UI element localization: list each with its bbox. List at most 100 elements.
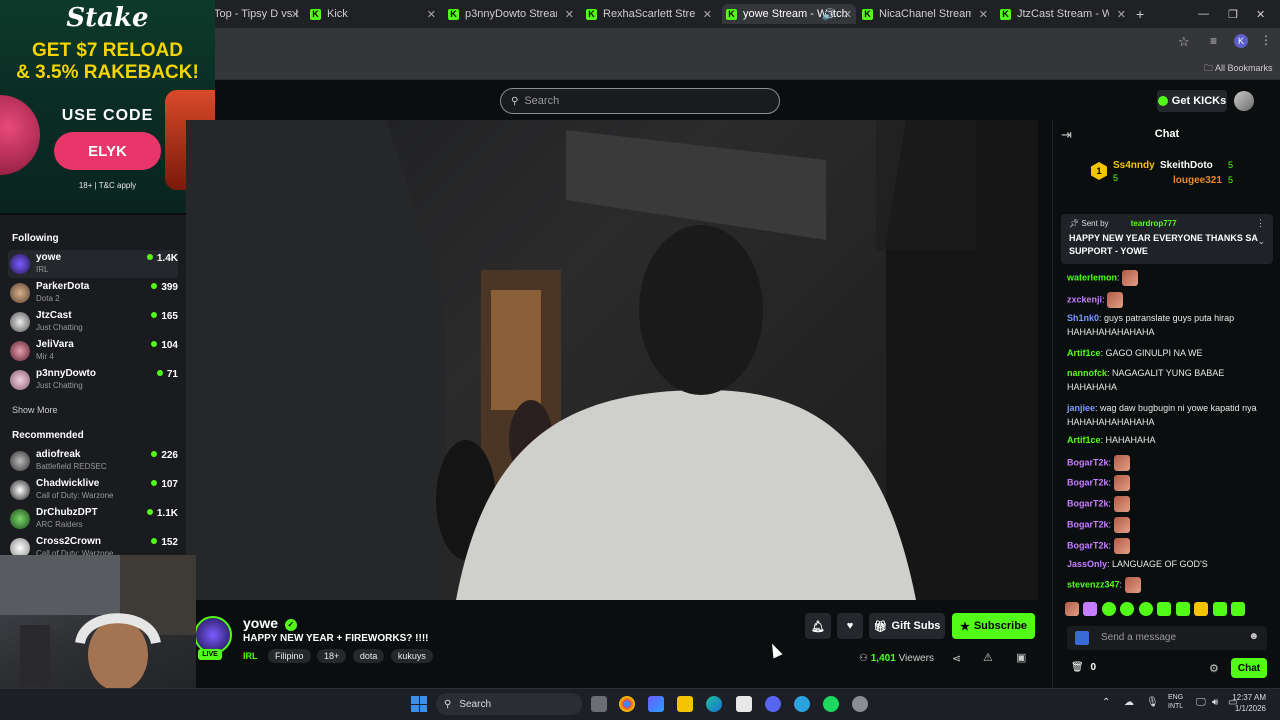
sidebar-item-chadwicklive[interactable]: Chadwicklive Call of Duty: Warzone 107	[8, 476, 178, 504]
taskbar-search-box[interactable]: ⚲ Search	[436, 693, 582, 715]
sidebar-item-yowe[interactable]: yowe IRL 1.4K	[8, 250, 178, 278]
network-icon[interactable]: 🖵︎	[1196, 697, 1206, 708]
channel-name[interactable]: yowe ✓	[243, 615, 297, 631]
ad-code-button[interactable]: ELYK	[54, 132, 161, 170]
emote-icon[interactable]	[1157, 601, 1172, 616]
chat-username[interactable]: Artif1ce	[1067, 435, 1101, 445]
tag-pill[interactable]: dota	[352, 649, 385, 663]
emote-icon[interactable]	[1138, 601, 1153, 616]
speaker-icon[interactable]: 🔊	[822, 8, 836, 21]
emote-icon[interactable]	[1120, 601, 1135, 616]
chat-input[interactable]: Send a message ☻	[1067, 626, 1267, 650]
app-icon[interactable]	[852, 696, 868, 712]
leaderboard-name[interactable]: Ss4nndy	[1113, 160, 1155, 171]
language-indicator[interactable]: ENG INTL	[1168, 693, 1183, 711]
video-player[interactable]	[186, 120, 1038, 600]
tray-chevron-icon[interactable]: ⌃	[1102, 697, 1110, 708]
all-bookmarks-button[interactable]: 🗀 All Bookmarks	[1204, 61, 1273, 77]
window-close-icon[interactable]: ✕	[1256, 4, 1268, 24]
channel-points[interactable]: 🗑︎ 0	[1071, 662, 1096, 673]
browser-tab[interactable]: K Kick ✕	[310, 4, 440, 24]
chat-username[interactable]: nannofck	[1067, 368, 1107, 378]
browser-tab-active[interactable]: K yowe Stream - Watch 🔊 ✕	[722, 4, 856, 24]
search-input[interactable]: ⚲ Search	[500, 88, 780, 114]
emote-icon[interactable]	[1065, 601, 1079, 616]
chat-username[interactable]: BogarT2k	[1067, 519, 1109, 529]
spotify-icon[interactable]	[823, 696, 839, 712]
media-icon[interactable]: ≡	[1210, 34, 1217, 48]
pinned-message[interactable]: 📌︎ Sent by teardrop777 HAPPY NEW YEAR EV…	[1061, 214, 1273, 264]
show-more-link[interactable]: Show More	[12, 405, 58, 415]
discord-icon[interactable]	[765, 696, 781, 712]
microphone-icon[interactable]: 🎙︎	[1146, 697, 1159, 708]
category-link[interactable]: IRL	[243, 651, 258, 661]
chat-username[interactable]: janjiee	[1067, 403, 1095, 413]
chat-username[interactable]: BogarT2k	[1067, 498, 1109, 508]
sidebar-item-jelivara[interactable]: JeliVara Mir 4 104	[8, 337, 178, 365]
emote-icon[interactable]	[1175, 601, 1190, 616]
close-icon[interactable]: ✕	[843, 8, 852, 21]
start-button[interactable]	[411, 696, 427, 712]
close-icon[interactable]: ✕	[427, 8, 436, 21]
emote-icon[interactable]	[1083, 601, 1098, 616]
new-tab-button[interactable]: +	[1136, 4, 1150, 24]
store-icon[interactable]	[736, 696, 752, 712]
emote-icon[interactable]	[1231, 601, 1246, 616]
close-icon[interactable]: ✕	[1117, 8, 1126, 21]
chevron-down-icon[interactable]: ⌄	[1257, 236, 1265, 247]
browser-tab[interactable]: K NicaChanel Stream - Wat ✕	[862, 4, 992, 24]
sidebar-item-adiofreak[interactable]: adiofreak Battlefield REDSEC 226	[8, 447, 178, 475]
get-kicks-button[interactable]: Get KICKs	[1157, 90, 1227, 112]
task-view-icon[interactable]	[591, 696, 607, 712]
tag-pill[interactable]: kukuys	[390, 649, 433, 663]
stake-ad-overlay[interactable]: Stake GET $7 RELOAD & 3.5% RAKEBACK! USE…	[0, 0, 215, 213]
close-icon[interactable]: ✕	[291, 8, 300, 21]
chat-identity-icon[interactable]	[1075, 631, 1089, 645]
star-icon[interactable]: ☆	[1178, 34, 1190, 50]
volume-icon[interactable]: 🔊︎	[1212, 697, 1218, 708]
close-icon[interactable]: ✕	[979, 8, 988, 21]
sidebar-item-p3nnydowto[interactable]: p3nnyDowto Just Chatting 71	[8, 366, 178, 394]
sidebar-item-drchubzdpt[interactable]: DrChubzDPT ARC Raiders 1.1K	[8, 505, 178, 533]
chrome-icon[interactable]	[619, 696, 635, 712]
chat-username[interactable]: waterlemon	[1067, 272, 1117, 282]
chat-username[interactable]: zxckenji	[1067, 294, 1102, 304]
file-explorer-icon[interactable]	[677, 696, 693, 712]
share-icon[interactable]: ⋖	[952, 652, 961, 665]
gift-subs-button[interactable]: 🎁︎ Gift Subs	[869, 613, 945, 639]
browser-tab[interactable]: Top - Tipsy D vs I ✕	[214, 4, 304, 24]
telegram-icon[interactable]	[794, 696, 810, 712]
clock[interactable]: 12:37 AM 1/1/2026	[1226, 692, 1266, 714]
chat-send-button[interactable]: Chat	[1231, 658, 1267, 678]
sidebar-item-jtzcast[interactable]: JtzCast Just Chatting 165	[8, 308, 178, 336]
subscribe-button[interactable]: ★ Subscribe	[952, 613, 1035, 639]
clip-icon[interactable]: ▣	[1016, 651, 1026, 664]
user-avatar[interactable]	[1234, 91, 1254, 111]
emoji-icon[interactable]: ☻	[1248, 631, 1259, 642]
emote-icon[interactable]	[1212, 601, 1227, 616]
cloud-icon[interactable]: ☁	[1124, 697, 1134, 708]
copilot-icon[interactable]	[648, 696, 664, 712]
browser-tab[interactable]: K RexhaScarlett Stream - W ✕	[586, 4, 716, 24]
more-icon[interactable]: ⋮	[1260, 33, 1272, 47]
browser-tab[interactable]: K p3nnyDowto Stream - Wa ✕	[448, 4, 578, 24]
follow-button[interactable]: ♥	[837, 613, 863, 639]
notification-bell-button[interactable]: 🔔︎	[805, 613, 831, 639]
chat-username[interactable]: BogarT2k	[1067, 540, 1109, 550]
chat-username[interactable]: Sh1nk0	[1067, 313, 1099, 323]
close-icon[interactable]: ✕	[703, 8, 712, 21]
leaderboard-name[interactable]: SkeithDoto	[1160, 160, 1213, 171]
emote-icon[interactable]	[1101, 601, 1116, 616]
chat-username[interactable]: Artif1ce	[1067, 348, 1101, 358]
close-icon[interactable]: ✕	[565, 8, 574, 21]
chat-username[interactable]: JassOnly	[1067, 559, 1107, 569]
chat-username[interactable]: BogarT2k	[1067, 457, 1109, 467]
report-icon[interactable]: ⚠	[983, 651, 993, 664]
chat-username[interactable]: stevenzz347	[1067, 579, 1120, 589]
leaderboard-name[interactable]: lougee321	[1173, 175, 1222, 186]
more-icon[interactable]: ⋮	[1256, 218, 1265, 229]
pinned-sender[interactable]: teardrop777	[1131, 219, 1177, 228]
sidebar-item-parkerdota[interactable]: ParkerDota Dota 2 399	[8, 279, 178, 307]
profile-avatar[interactable]: K	[1234, 34, 1248, 48]
minimize-icon[interactable]: —	[1198, 4, 1210, 24]
